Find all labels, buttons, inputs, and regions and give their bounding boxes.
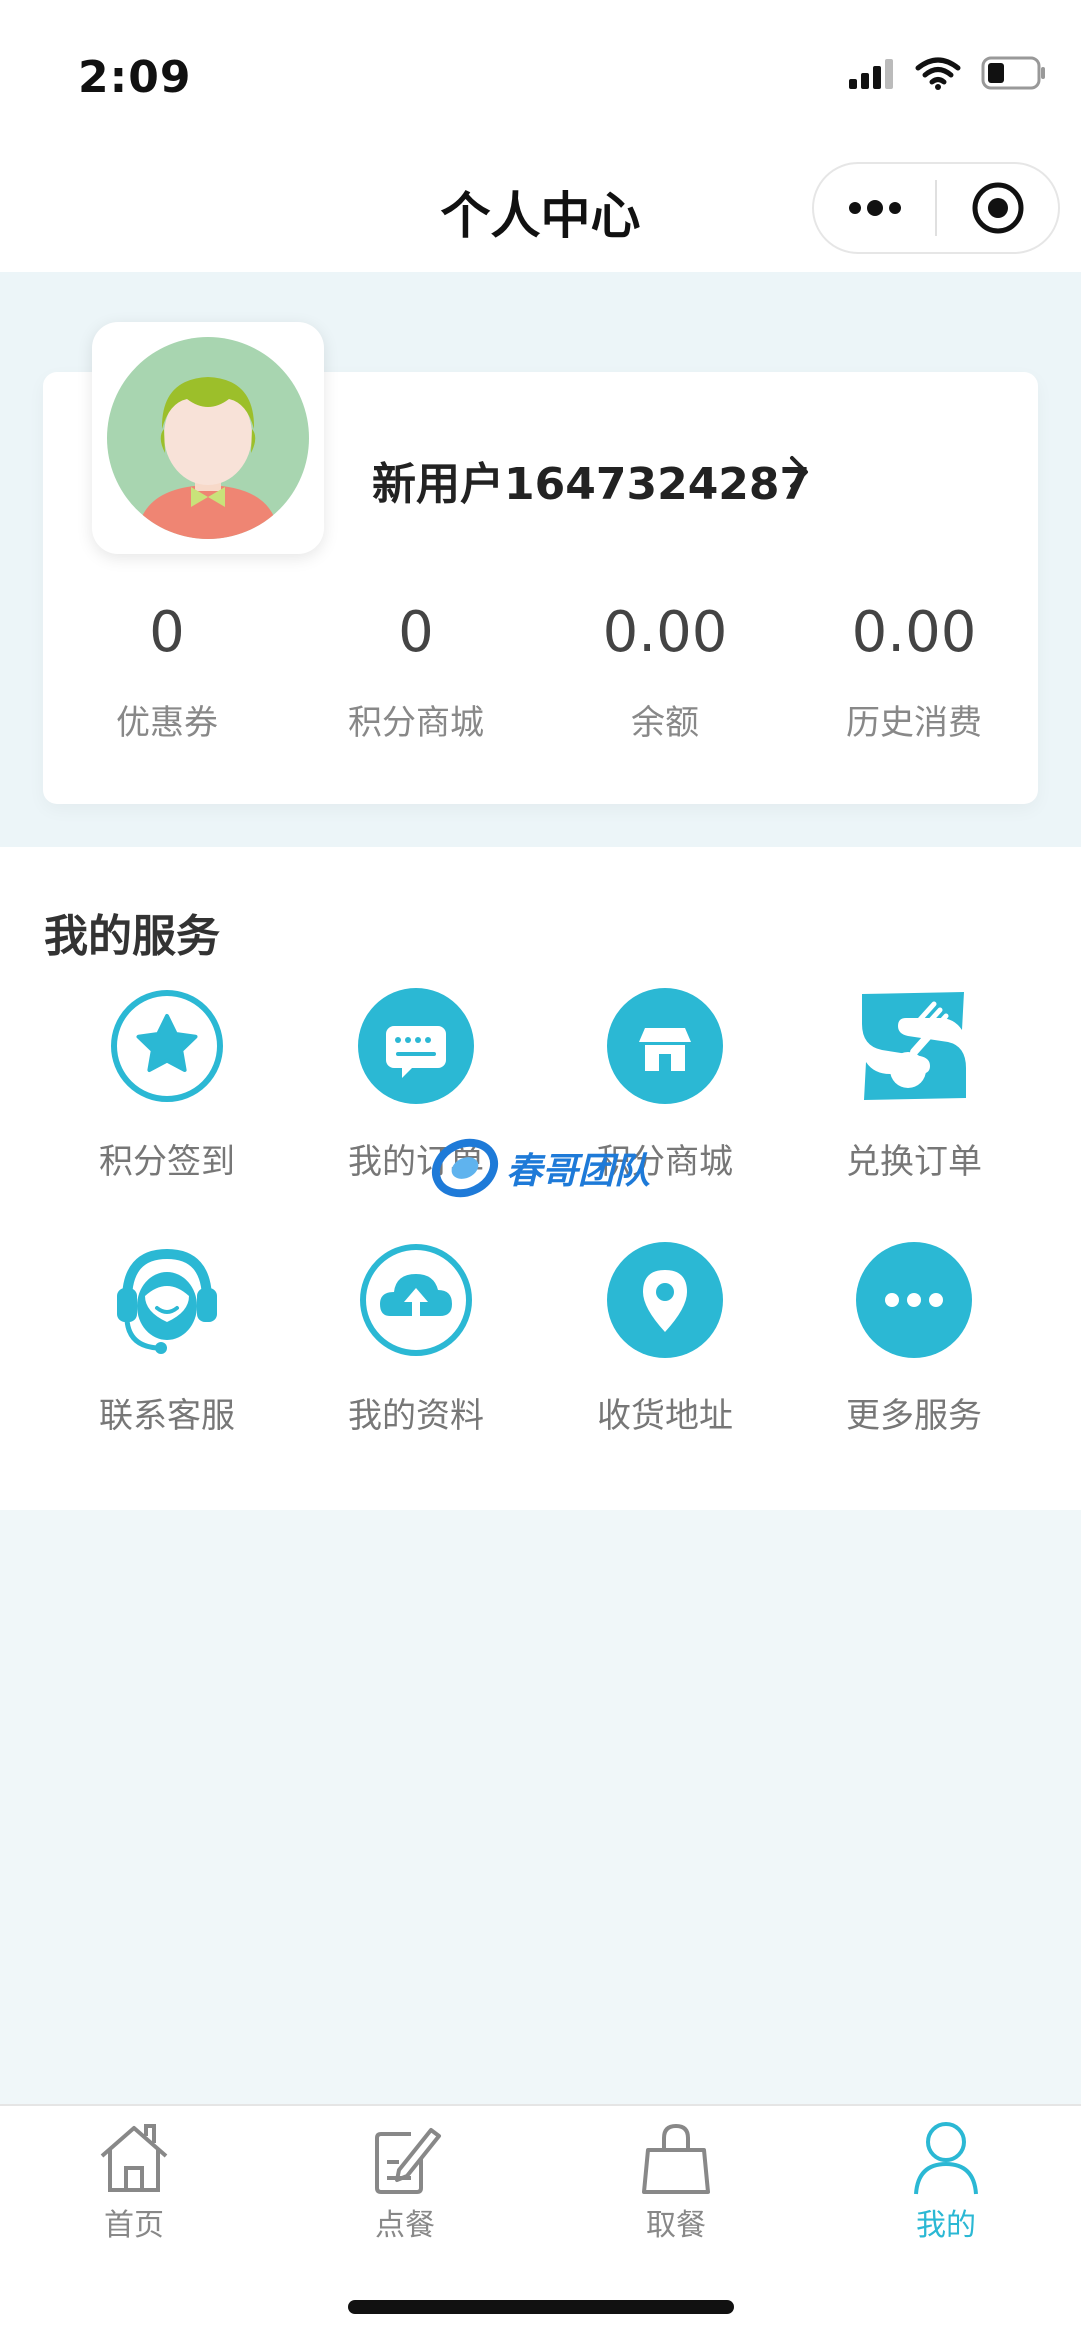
service-contact-support[interactable]: 联系客服 — [42, 1242, 292, 1437]
exchange-icon — [862, 992, 966, 1100]
stat-value: 0 — [398, 600, 434, 665]
user-icon — [914, 2122, 978, 2195]
tab-home[interactable]: 首页 — [44, 2118, 224, 2244]
tab-label: 取餐 — [646, 2208, 706, 2243]
location-icon — [607, 1242, 723, 1358]
stat-label: 历史消费 — [846, 703, 982, 743]
stat-value: 0.00 — [851, 600, 977, 665]
service-label: 收货地址 — [597, 1396, 733, 1436]
battery-icon — [981, 56, 1045, 90]
tab-mine[interactable]: 我的 — [856, 2118, 1036, 2244]
tab-label: 点餐 — [375, 2208, 435, 2243]
service-label: 积分签到 — [99, 1142, 235, 1182]
more-icon — [856, 1242, 972, 1358]
headset-icon — [117, 1248, 217, 1354]
service-label: 更多服务 — [846, 1396, 982, 1436]
avatar[interactable] — [92, 322, 324, 554]
signal-icon — [849, 59, 893, 89]
wifi-icon — [915, 57, 961, 90]
service-label: 兑换订单 — [846, 1142, 982, 1182]
more-dots-icon — [848, 200, 901, 216]
service-shipping-address[interactable]: 收货地址 — [540, 1242, 790, 1437]
order-icon — [358, 988, 474, 1104]
tab-order-food[interactable]: 点餐 — [315, 2118, 495, 2244]
service-exchange-orders[interactable]: 兑换订单 — [789, 988, 1039, 1183]
more-menu-button[interactable] — [814, 164, 935, 252]
chevron-right-icon[interactable] — [786, 452, 812, 492]
user-name[interactable]: 新用户1647324287 — [372, 448, 810, 512]
stat-points-mall[interactable]: 0 积分商城 — [291, 600, 541, 744]
service-label: 联系客服 — [99, 1396, 235, 1436]
service-more[interactable]: 更多服务 — [789, 1242, 1039, 1437]
stat-history-spending[interactable]: 0.00 历史消费 — [789, 600, 1039, 744]
watermark-logo-icon — [431, 1138, 499, 1198]
target-icon — [972, 182, 1023, 234]
star-icon — [111, 990, 223, 1102]
status-time: 2:09 — [78, 52, 192, 103]
stat-value: 0 — [149, 600, 185, 665]
home-indicator — [348, 2300, 734, 2314]
stat-value: 0.00 — [602, 600, 728, 665]
home-icon — [100, 2124, 168, 2192]
order-food-icon — [375, 2128, 441, 2194]
stat-label: 余额 — [631, 703, 699, 743]
service-points-checkin[interactable]: 积分签到 — [42, 988, 292, 1183]
watermark: 春哥团队 — [430, 1136, 650, 1200]
tab-pickup[interactable]: 取餐 — [586, 2118, 766, 2244]
stat-label: 积分商城 — [348, 703, 484, 743]
upload-icon — [360, 1244, 472, 1356]
close-mini-program-button[interactable] — [937, 164, 1058, 252]
stat-coupons[interactable]: 0 优惠券 — [42, 600, 292, 744]
stat-balance[interactable]: 0.00 余额 — [540, 600, 790, 744]
tab-label: 我的 — [916, 2208, 976, 2243]
avatar-icon — [107, 337, 309, 539]
services-title: 我的服务 — [44, 911, 220, 962]
tab-label: 首页 — [104, 2208, 164, 2243]
service-label: 我的资料 — [348, 1396, 484, 1436]
stat-label: 优惠券 — [116, 703, 218, 743]
watermark-text: 春哥团队 — [506, 1151, 651, 1192]
top-bar: 2:09 个人中心 — [0, 0, 1081, 272]
bag-icon — [642, 2123, 710, 2194]
service-my-profile[interactable]: 我的资料 — [291, 1242, 541, 1437]
screen: 2:09 个人中心 新用户1647324287 0 优惠券 0 积分商城 0.0… — [0, 0, 1081, 2340]
shop-icon — [607, 988, 723, 1104]
mini-program-capsule — [812, 162, 1060, 254]
status-icons — [847, 56, 1047, 90]
